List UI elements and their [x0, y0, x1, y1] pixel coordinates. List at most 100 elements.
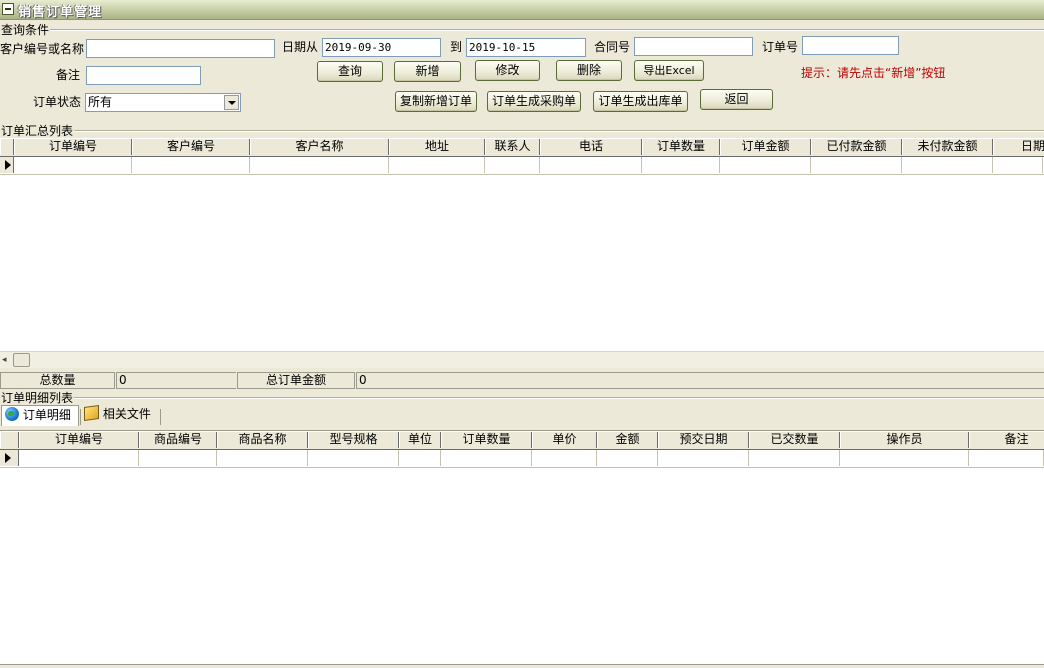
col-header[interactable]: 订单编号	[14, 139, 132, 155]
date-to-input[interactable]: 2019-10-15	[466, 38, 586, 57]
detail-grid[interactable]: 订单编号 商品编号 商品名称 型号规格 单位 订单数量 单价 金额 预交日期 已…	[0, 430, 1044, 664]
col-header[interactable]: 订单数量	[441, 432, 532, 448]
date-to-label: 到	[450, 40, 463, 54]
col-header[interactable]: 订单编号	[19, 432, 139, 448]
table-cell[interactable]	[19, 450, 139, 466]
title-bar: 销售订单管理	[0, 0, 1044, 20]
scroll-thumb[interactable]	[13, 353, 30, 367]
total-qty-label: 总数量	[0, 372, 115, 389]
table-cell[interactable]	[749, 450, 840, 466]
generate-outbound-button[interactable]: 订单生成出库单	[593, 91, 688, 112]
detail-group-divider	[74, 397, 1044, 399]
customer-input[interactable]	[86, 39, 275, 58]
table-cell[interactable]	[811, 157, 902, 173]
col-header[interactable]: 已付款金额	[811, 139, 902, 155]
status-label: 订单状态	[33, 95, 82, 109]
chevron-down-icon[interactable]	[224, 95, 239, 110]
col-header[interactable]: 日期	[993, 139, 1044, 155]
summary-group-divider	[74, 130, 1044, 132]
col-header[interactable]: 商品编号	[139, 432, 217, 448]
col-header[interactable]: 客户名称	[250, 139, 389, 155]
table-row[interactable]	[0, 157, 1044, 175]
tab-divider	[160, 409, 161, 425]
col-header[interactable]: 联系人	[485, 139, 540, 155]
row-indicator-icon	[0, 157, 14, 173]
table-cell[interactable]	[485, 157, 540, 173]
order-no-input[interactable]	[802, 36, 899, 55]
table-cell[interactable]	[597, 450, 658, 466]
remark-input[interactable]	[86, 66, 201, 85]
row-header-corner	[0, 139, 14, 155]
col-header[interactable]: 备注	[969, 432, 1044, 448]
query-group-divider	[50, 29, 1044, 31]
row-indicator-icon	[0, 450, 19, 466]
table-row[interactable]	[0, 450, 1044, 468]
bottom-edge	[0, 664, 1044, 668]
copy-new-order-button[interactable]: 复制新增订单	[395, 91, 477, 112]
table-cell[interactable]	[139, 450, 217, 466]
detail-group-label: 订单明细列表	[1, 391, 74, 405]
summary-grid[interactable]: 订单编号 客户编号 客户名称 地址 联系人 电话 订单数量 订单金额 已付款金额…	[0, 138, 1044, 351]
table-cell[interactable]	[14, 157, 132, 173]
col-header[interactable]: 已交数量	[749, 432, 840, 448]
form-icon[interactable]	[2, 3, 14, 15]
table-cell[interactable]	[250, 157, 389, 173]
table-cell[interactable]	[902, 157, 993, 173]
col-header[interactable]: 单价	[532, 432, 597, 448]
delete-button[interactable]: 删除	[556, 60, 622, 81]
export-excel-button[interactable]: 导出Excel	[634, 60, 704, 81]
total-amount-label: 总订单金额	[237, 372, 355, 389]
col-header[interactable]: 预交日期	[658, 432, 749, 448]
table-cell[interactable]	[642, 157, 720, 173]
col-header[interactable]: 商品名称	[217, 432, 308, 448]
status-select-value: 所有	[88, 95, 113, 109]
scroll-left-icon[interactable]: ◂	[2, 354, 11, 366]
col-header[interactable]: 客户编号	[132, 139, 250, 155]
tab-order-detail[interactable]: 订单明细	[1, 405, 79, 426]
table-cell[interactable]	[217, 450, 308, 466]
date-from-input[interactable]: 2019-09-30	[322, 38, 441, 57]
date-from-label: 日期从	[282, 40, 319, 54]
contract-input[interactable]	[634, 37, 753, 56]
table-cell[interactable]	[720, 157, 811, 173]
total-qty-value: 0	[116, 372, 236, 389]
col-header[interactable]: 电话	[540, 139, 642, 155]
box-icon	[84, 404, 99, 422]
contract-label: 合同号	[594, 40, 631, 54]
customer-label: 客户编号或名称	[0, 42, 85, 56]
order-no-label: 订单号	[762, 40, 799, 54]
table-cell[interactable]	[532, 450, 597, 466]
generate-purchase-button[interactable]: 订单生成采购单	[487, 91, 581, 112]
table-cell[interactable]	[399, 450, 441, 466]
col-header[interactable]: 未付款金额	[902, 139, 993, 155]
col-header[interactable]: 地址	[389, 139, 485, 155]
add-button[interactable]: 新增	[394, 61, 461, 82]
tab-divider	[80, 409, 81, 425]
query-button[interactable]: 查询	[317, 61, 383, 82]
table-cell[interactable]	[658, 450, 749, 466]
col-header[interactable]: 操作员	[840, 432, 969, 448]
table-cell[interactable]	[308, 450, 399, 466]
tab-related-files[interactable]: 相关文件	[84, 404, 162, 426]
table-cell[interactable]	[389, 157, 485, 173]
table-cell[interactable]	[132, 157, 250, 173]
hint-text: 提示：请先点击“新增”按钮	[801, 66, 946, 80]
summary-hscrollbar[interactable]: ◂	[0, 351, 1044, 368]
table-cell[interactable]	[540, 157, 642, 173]
table-cell[interactable]	[441, 450, 532, 466]
edit-button[interactable]: 修改	[475, 60, 540, 81]
col-header[interactable]: 型号规格	[308, 432, 399, 448]
status-select[interactable]: 所有	[85, 93, 241, 112]
total-amount-value: 0	[356, 372, 1044, 389]
table-cell[interactable]	[993, 157, 1043, 173]
row-header-corner	[0, 432, 19, 448]
col-header[interactable]: 金额	[597, 432, 658, 448]
table-cell[interactable]	[840, 450, 969, 466]
col-header[interactable]: 订单金额	[720, 139, 811, 155]
tab-label: 订单明细	[22, 408, 71, 422]
col-header[interactable]: 单位	[399, 432, 441, 448]
remark-label: 备注	[56, 68, 81, 82]
back-button[interactable]: 返回	[700, 89, 773, 110]
table-cell[interactable]	[969, 450, 1044, 466]
col-header[interactable]: 订单数量	[642, 139, 720, 155]
